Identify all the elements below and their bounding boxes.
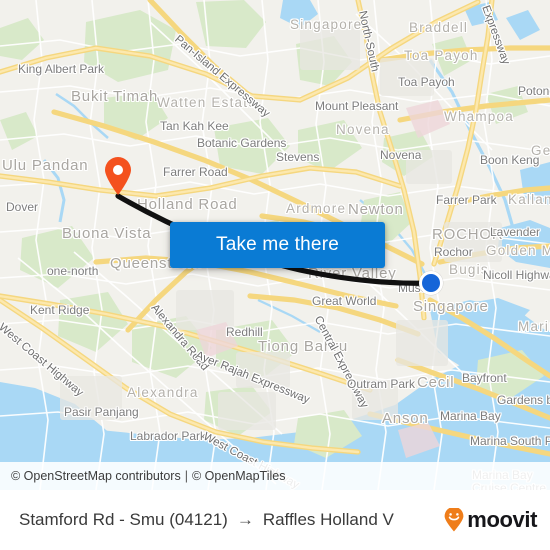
map-pin-icon bbox=[105, 157, 131, 195]
destination-marker-dot[interactable] bbox=[419, 271, 443, 295]
origin-station-label: Stamford Rd - Smu (04121) bbox=[19, 510, 228, 529]
moovit-pin-icon bbox=[444, 508, 464, 532]
openmaptiles-attribution-link[interactable]: © OpenMapTiles bbox=[192, 469, 286, 483]
openstreetmap-attribution-link[interactable]: © OpenStreetMap contributors bbox=[11, 469, 181, 483]
moovit-brand-logo: moovit bbox=[443, 507, 537, 533]
attribution-separator: | bbox=[184, 469, 188, 483]
route-summary: Stamford Rd - Smu (04121) → Raffles Holl… bbox=[19, 510, 443, 530]
arrow-right-icon: → bbox=[236, 510, 254, 529]
destination-station-label: Raffles Holland V bbox=[262, 510, 394, 529]
take-me-there-button[interactable]: Take me there bbox=[170, 222, 385, 268]
trip-footer-bar: Stamford Rd - Smu (04121) → Raffles Holl… bbox=[0, 490, 550, 550]
moovit-wordmark: moovit bbox=[467, 507, 537, 532]
moovit-trip-map-screen: King Albert Park Bukit Timah Watten Estate… bbox=[0, 0, 550, 550]
origin-marker-pin[interactable] bbox=[103, 156, 133, 196]
map-attribution-bar: © OpenStreetMap contributors | © OpenMap… bbox=[0, 462, 550, 490]
map-canvas[interactable]: King Albert Park Bukit Timah Watten Estate… bbox=[0, 0, 550, 490]
